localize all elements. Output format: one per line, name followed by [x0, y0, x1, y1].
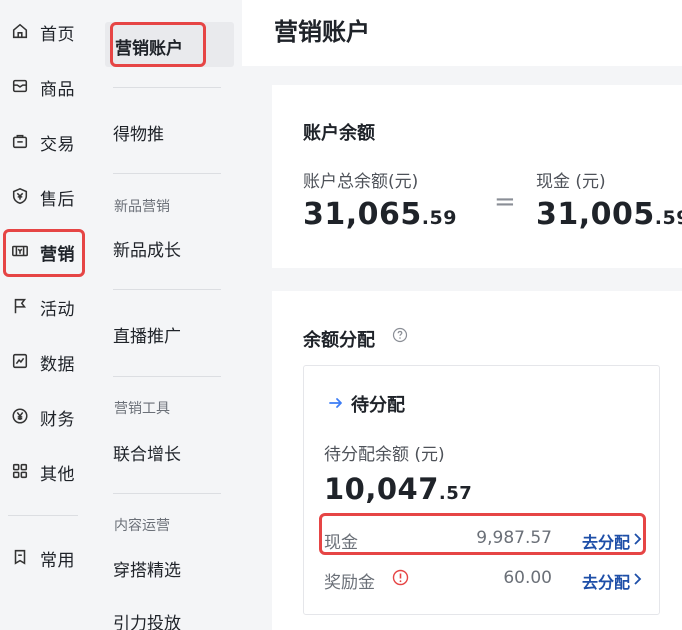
subnav-group-label: 内容运营 [114, 518, 170, 534]
subnav-divider [113, 87, 221, 88]
chart-icon [10, 351, 30, 371]
equals-sign: = [494, 187, 516, 217]
balance-title: 账户余额 [303, 123, 375, 144]
nav-item-aftersale[interactable]: 售后 [0, 173, 95, 219]
chevron-right-icon[interactable] [632, 571, 642, 587]
cash-balance-integer: 31,005 [536, 197, 655, 232]
total-balance-value: 31,065.59 [303, 197, 457, 232]
subnav-divider [113, 289, 221, 290]
balance-card: 账户余额 账户总余额(元) 31,065.59 = 现金 (元) 31,005.… [272, 85, 682, 268]
nav-item-label: 售后 [40, 190, 75, 210]
reward-row-label: 奖励金 [324, 573, 375, 593]
grid-icon [10, 461, 30, 481]
subnav-group-label: 营销工具 [114, 401, 170, 417]
cash-balance-label: 现金 (元) [536, 172, 606, 192]
cash-balance-value: 31,005.59 [536, 197, 682, 232]
pending-balance-integer: 10,047 [324, 472, 439, 506]
nav-item-label: 其他 [40, 465, 75, 485]
shield-icon [10, 186, 30, 206]
nav-item-favorites[interactable]: 常用 [0, 534, 95, 580]
primary-nav: 首页 商品 交易 售后 营销 活动 数据 财务 其他 常用 [0, 0, 95, 630]
total-balance-integer: 31,065 [303, 197, 422, 232]
cash-balance-decimal: .59 [654, 207, 682, 229]
nav-item-label: 交易 [40, 135, 75, 155]
pending-allocation-card: 待分配 待分配余额 (元) 10,047.57 现金 9,987.57 去分配 … [303, 365, 660, 615]
subnav-item-live-promotion[interactable]: 直播推广 [113, 322, 181, 347]
subnav-item-gravity-ads[interactable]: 引力投放 [113, 609, 181, 630]
subnav-divider [113, 493, 221, 494]
subnav-group-label: 新品营销 [114, 199, 170, 215]
cash-row-highlight [319, 513, 646, 555]
yen-icon [10, 406, 30, 426]
box-icon [10, 76, 30, 96]
bookmark-icon [10, 547, 30, 567]
subnav-item-outfit-picks[interactable]: 穿搭精选 [113, 556, 181, 581]
secondary-nav: 营销账户 得物推 新品营销 新品成长 直播推广 营销工具 联合增长 内容运营 穿… [95, 0, 242, 630]
nav-active-highlight [3, 229, 85, 277]
arrow-right-icon [329, 398, 342, 408]
nav-item-label: 活动 [40, 300, 75, 320]
allocation-card: 余额分配 待分配 待分配余额 (元) 10,047.57 现金 9,987.57… [272, 291, 682, 630]
home-icon [10, 21, 30, 41]
nav-item-home[interactable]: 首页 [0, 8, 95, 54]
nav-item-label: 数据 [40, 355, 75, 375]
help-icon[interactable] [392, 327, 408, 343]
flag-icon [10, 296, 30, 316]
allocate-reward-link[interactable]: 去分配 [582, 569, 630, 593]
nav-item-finance[interactable]: 财务 [0, 393, 95, 439]
pending-balance-decimal: .57 [438, 483, 473, 504]
nav-item-label: 首页 [40, 25, 75, 45]
page-header: 营销账户 [242, 0, 682, 66]
subnav-item-marketing-account[interactable]: 营销账户 [115, 34, 183, 59]
subnav-divider [113, 173, 221, 174]
reward-row: 奖励金 60.00 去分配 [324, 568, 644, 593]
subnav-item-joint-growth[interactable]: 联合增长 [113, 440, 181, 465]
allocation-title: 余额分配 [303, 330, 375, 351]
nav-divider [8, 515, 78, 516]
bag-icon [10, 131, 30, 151]
nav-item-trade[interactable]: 交易 [0, 118, 95, 164]
nav-item-label: 常用 [40, 551, 75, 571]
subnav-item-dewu-push[interactable]: 得物推 [113, 120, 164, 145]
subnav-item-new-growth[interactable]: 新品成长 [113, 236, 181, 261]
pending-balance-label: 待分配余额 (元) [324, 445, 445, 465]
nav-item-label: 财务 [40, 410, 75, 430]
page-title: 营销账户 [274, 18, 370, 46]
subnav-divider [113, 376, 221, 377]
pending-balance-value: 10,047.57 [324, 472, 472, 506]
warning-icon[interactable] [392, 569, 409, 586]
reward-row-amount: 60.00 [503, 568, 552, 588]
total-balance-label: 账户总余额(元) [303, 172, 419, 192]
nav-item-other[interactable]: 其他 [0, 448, 95, 494]
total-balance-decimal: .59 [421, 207, 457, 229]
pending-title: 待分配 [351, 395, 405, 416]
main-content: 营销账户 账户余额 账户总余额(元) 31,065.59 = 现金 (元) 31… [242, 0, 682, 630]
nav-item-label: 商品 [40, 80, 75, 100]
nav-item-products[interactable]: 商品 [0, 63, 95, 109]
nav-item-activity[interactable]: 活动 [0, 283, 95, 329]
nav-item-data[interactable]: 数据 [0, 338, 95, 384]
